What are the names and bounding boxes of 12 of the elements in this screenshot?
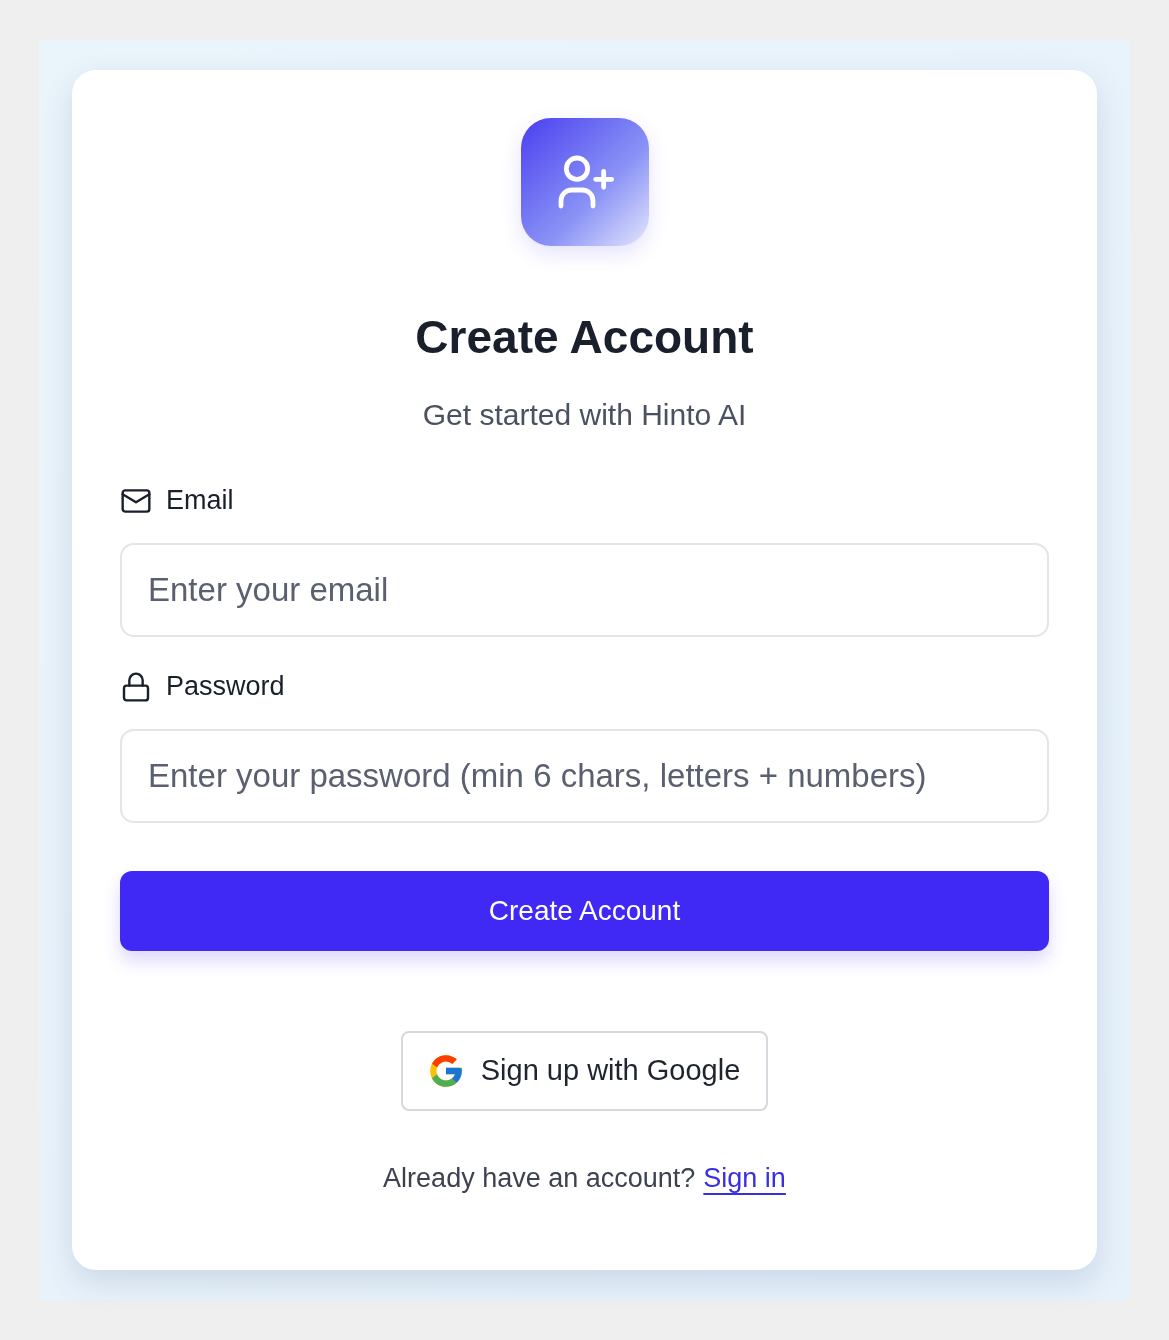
create-account-button[interactable]: Create Account: [120, 870, 1049, 951]
field-label: Password: [166, 671, 285, 703]
email-field[interactable]: Enter your email: [120, 542, 1049, 637]
footer-text: Already have an account?: [383, 1162, 696, 1194]
field-label: Email: [166, 485, 234, 517]
user-plus-logo-icon: [520, 118, 649, 246]
google-signup-button[interactable]: Sign up with Google: [400, 1030, 769, 1111]
subtitle-text: Get started with Hinto AI: [421, 396, 748, 433]
lock-icon: [120, 670, 152, 703]
page-title: Create Account: [414, 312, 755, 363]
sign-in-link[interactable]: Sign in: [703, 1162, 786, 1194]
password-field[interactable]: Enter your password (min 6 chars, letters + numbers): [120, 728, 1049, 823]
